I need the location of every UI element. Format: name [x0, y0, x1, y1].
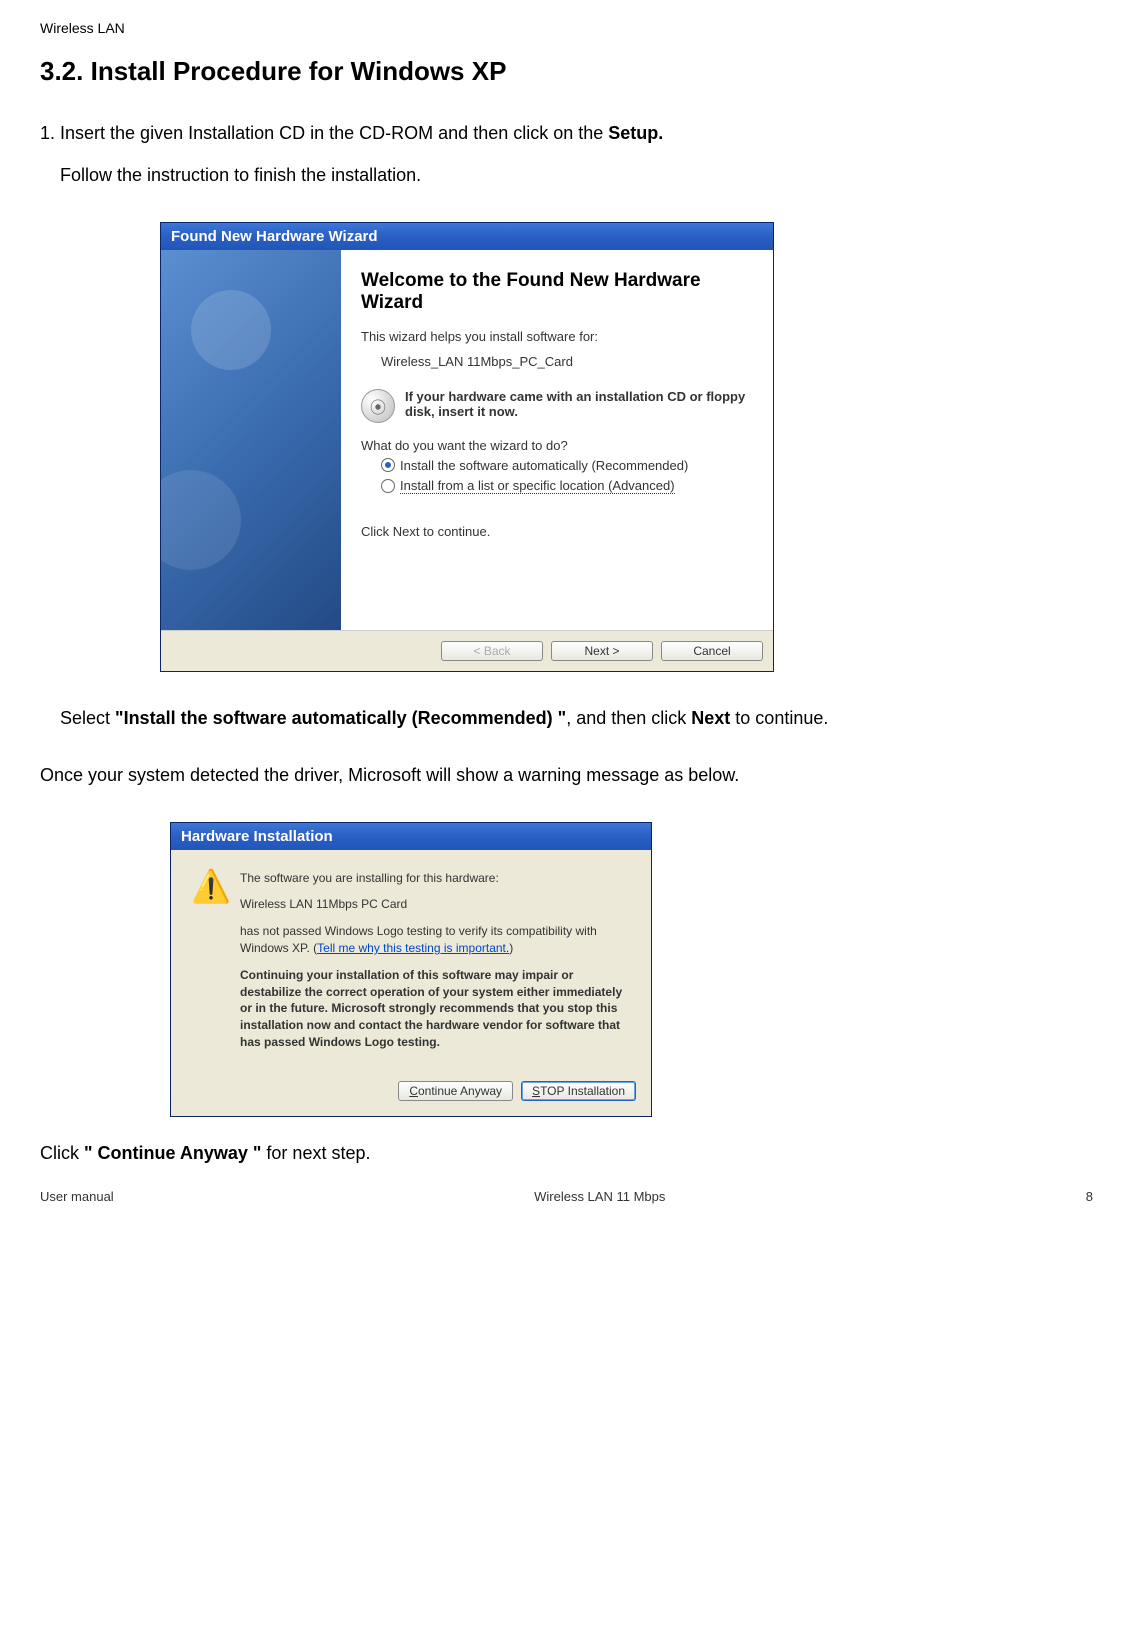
- step1-bold: Setup.: [608, 123, 663, 143]
- radio-icon: [381, 479, 395, 493]
- instr-select-post: to continue.: [730, 708, 828, 728]
- wizard-sidebar-graphic: [161, 250, 341, 630]
- hw-title: Hardware Installation: [181, 828, 333, 845]
- wizard-welcome: Welcome to the Found New Hardware Wizard: [361, 270, 753, 314]
- instr-select-pre: Select: [60, 708, 115, 728]
- hw-link[interactable]: Tell me why this testing is important.: [317, 941, 509, 955]
- step1-line2: Follow the instruction to finish the ins…: [60, 159, 1093, 191]
- hardware-installation-dialog: Hardware Installation ⚠️ The software yo…: [170, 822, 652, 1117]
- footer-center: Wireless LAN 11 Mbps: [534, 1189, 665, 1204]
- radio-label-1: Install the software automatically (Reco…: [400, 458, 688, 473]
- instr-select-mid: , and then click: [566, 708, 691, 728]
- wizard-click-next: Click Next to continue.: [361, 524, 753, 539]
- radio-icon: [381, 458, 395, 472]
- hw-button-bar: CContinue Anywayontinue Anyway STOP Inst…: [171, 1071, 651, 1116]
- page-header: Wireless LAN: [40, 20, 1093, 36]
- stop-installation-button[interactable]: STOP InstallationSTOP Installation: [521, 1081, 636, 1101]
- hw-line2-post: ): [509, 941, 513, 955]
- radio-option-recommended[interactable]: Install the software automatically (Reco…: [381, 458, 753, 473]
- wizard-device-name: Wireless_LAN 11Mbps_PC_Card: [381, 354, 753, 369]
- instr-select: Select "Install the software automatical…: [60, 702, 1093, 734]
- warning-icon: ⚠️: [191, 870, 225, 1061]
- click-continue-text: Click " Continue Anyway " for next step.: [40, 1137, 1093, 1169]
- next-button[interactable]: Next >: [551, 641, 653, 661]
- wizard-cd-text: If your hardware came with an installati…: [405, 389, 753, 419]
- hw-bold-warning: Continuing your installation of this sof…: [240, 967, 631, 1051]
- wizard-helps-text: This wizard helps you install software f…: [361, 329, 753, 344]
- click-continue-bold: " Continue Anyway ": [84, 1143, 261, 1163]
- step1-pre: 1. Insert the given Installation CD in t…: [40, 123, 608, 143]
- wizard-what-do: What do you want the wizard to do?: [361, 438, 753, 453]
- click-continue-post: for next step.: [261, 1143, 370, 1163]
- footer-left: User manual: [40, 1189, 114, 1204]
- back-button: < Back: [441, 641, 543, 661]
- wizard-button-bar: < Back Next > Cancel: [161, 630, 773, 671]
- section-title: 3.2. Install Procedure for Windows XP: [40, 56, 1093, 87]
- continue-anyway-button[interactable]: CContinue Anywayontinue Anyway: [398, 1081, 513, 1101]
- hw-device: Wireless LAN 11Mbps PC Card: [240, 896, 631, 913]
- click-continue-pre: Click: [40, 1143, 84, 1163]
- radio-option-advanced[interactable]: Install from a list or specific location…: [381, 478, 753, 494]
- hw-line1: The software you are installing for this…: [240, 870, 631, 887]
- cd-icon: ⦿: [361, 389, 395, 423]
- found-new-hardware-wizard: Found New Hardware Wizard Welcome to the…: [160, 222, 774, 672]
- step-1-text: 1. Insert the given Installation CD in t…: [40, 117, 1093, 149]
- wizard-title: Found New Hardware Wizard: [171, 228, 378, 245]
- instr-select-next: Next: [691, 708, 730, 728]
- instr-detected: Once your system detected the driver, Mi…: [40, 759, 1093, 791]
- hw-titlebar: Hardware Installation: [171, 823, 651, 850]
- page-footer: User manual Wireless LAN 11 Mbps 8: [40, 1189, 1093, 1204]
- instr-select-bold: "Install the software automatically (Rec…: [115, 708, 566, 728]
- cancel-button[interactable]: Cancel: [661, 641, 763, 661]
- wizard-titlebar: Found New Hardware Wizard: [161, 223, 773, 250]
- hw-line2: has not passed Windows Logo testing to v…: [240, 923, 631, 957]
- radio-label-2: Install from a list or specific location…: [400, 478, 675, 494]
- footer-right: 8: [1086, 1189, 1093, 1204]
